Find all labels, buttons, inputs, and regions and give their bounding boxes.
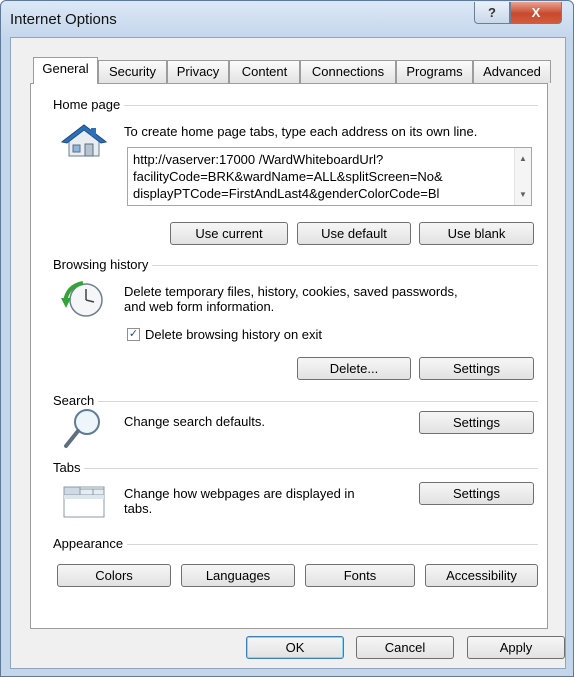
scroll-down-icon[interactable]: ▼ — [519, 190, 527, 199]
home-page-divider — [53, 105, 538, 106]
tab-security[interactable]: Security — [98, 60, 167, 83]
use-default-button[interactable]: Use default — [297, 222, 411, 245]
tabs-divider — [53, 468, 538, 469]
tab-general[interactable]: General — [33, 57, 98, 84]
tab-connections[interactable]: Connections — [300, 60, 396, 83]
search-description: Change search defaults. — [124, 414, 265, 429]
languages-button[interactable]: Languages — [181, 564, 295, 587]
help-icon: ? — [488, 5, 496, 20]
close-icon: X — [531, 5, 541, 20]
delete-on-exit-label[interactable]: Delete browsing history on exit — [145, 327, 322, 343]
use-current-button[interactable]: Use current — [170, 222, 288, 245]
apply-button[interactable]: Apply — [467, 636, 565, 659]
window-title: Internet Options — [10, 11, 117, 28]
browsing-history-description-2: and web form information. — [124, 299, 275, 314]
cancel-button[interactable]: Cancel — [356, 636, 454, 659]
accessibility-button[interactable]: Accessibility — [425, 564, 538, 587]
home-page-description: To create home page tabs, type each addr… — [124, 124, 478, 139]
close-button[interactable]: X — [510, 2, 562, 24]
tabs-heading: Tabs — [53, 460, 85, 475]
browsing-history-heading: Browsing history — [53, 257, 153, 272]
history-settings-button[interactable]: Settings — [419, 357, 534, 380]
scroll-up-icon[interactable]: ▲ — [519, 154, 527, 163]
ok-button[interactable]: OK — [246, 636, 344, 659]
home-page-url-textarea[interactable]: http://vaserver:17000 /WardWhiteboardUrl… — [127, 147, 532, 206]
use-blank-button[interactable]: Use blank — [419, 222, 534, 245]
clock-arrow-icon — [61, 281, 103, 317]
internet-options-window: Internet Options ? X General Security Pr… — [0, 0, 574, 677]
tab-programs[interactable]: Programs — [396, 60, 473, 83]
tab-privacy[interactable]: Privacy — [167, 60, 229, 83]
browsing-history-description-1: Delete temporary files, history, cookies… — [124, 284, 458, 299]
search-divider — [53, 401, 538, 402]
tab-content[interactable]: Content — [229, 60, 300, 83]
tab-advanced[interactable]: Advanced — [473, 60, 551, 83]
magnifier-icon — [64, 409, 100, 448]
fonts-button[interactable]: Fonts — [305, 564, 415, 587]
tabs-description-2: tabs. — [124, 501, 153, 516]
appearance-heading: Appearance — [53, 536, 128, 551]
search-settings-button[interactable]: Settings — [419, 411, 534, 434]
home-page-url-text: http://vaserver:17000 /WardWhiteboardUrl… — [133, 152, 443, 201]
colors-button[interactable]: Colors — [57, 564, 171, 587]
house-icon — [61, 124, 107, 157]
delete-on-exit-checkbox[interactable]: ✓ — [127, 328, 140, 341]
delete-history-button[interactable]: Delete... — [297, 357, 411, 380]
title-bar[interactable]: Internet Options ? X — [1, 1, 573, 37]
url-textarea-scrollbar[interactable]: ▲ ▼ — [514, 148, 531, 205]
tabs-settings-button[interactable]: Settings — [419, 482, 534, 505]
checkmark-icon: ✓ — [128, 328, 139, 340]
home-page-heading: Home page — [53, 97, 125, 112]
tabs-description-1: Change how webpages are displayed in — [124, 486, 355, 501]
tabbed-window-icon — [63, 486, 105, 518]
help-button[interactable]: ? — [474, 2, 510, 24]
